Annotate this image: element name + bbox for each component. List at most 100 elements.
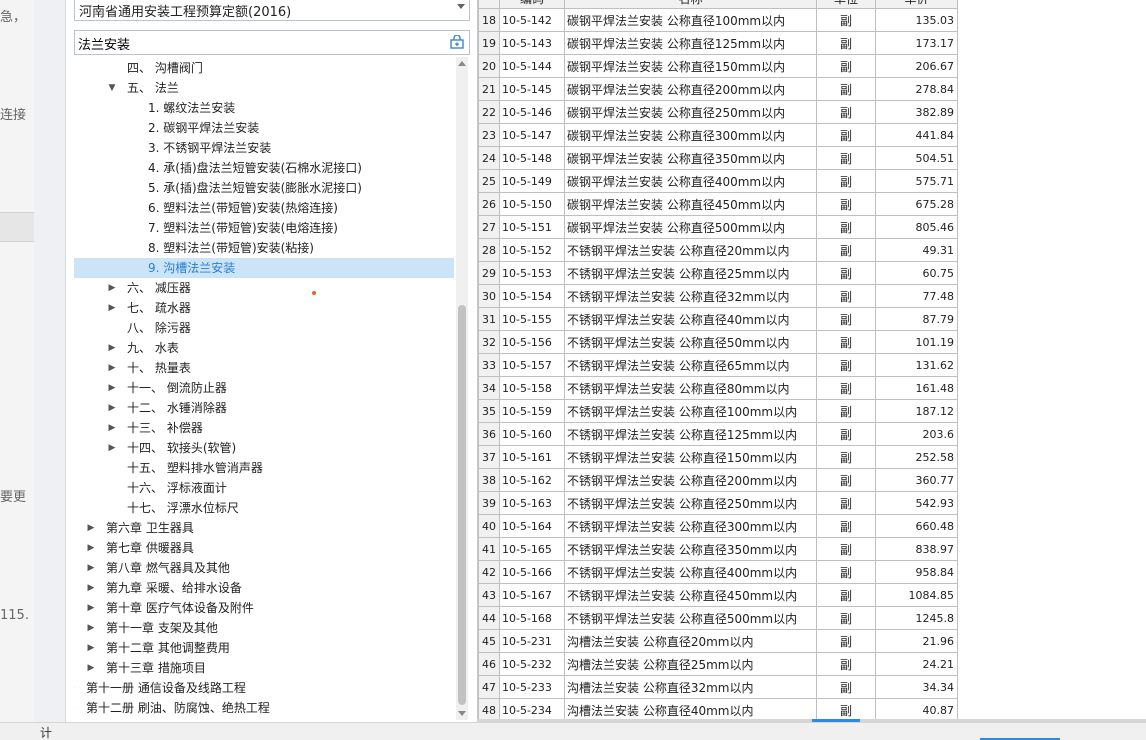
quota-name[interactable]: 不锈钢平焊法兰安装 公称直径500mm以内 (564, 606, 817, 630)
search-field[interactable] (74, 30, 470, 55)
table-row[interactable]: 43 10-5-167 不锈钢平焊法兰安装 公称直径450mm以内副 1084.85 (478, 583, 958, 607)
quota-unit[interactable]: 副 (816, 31, 876, 55)
quota-price[interactable]: 21.96 (875, 629, 958, 653)
tree-item[interactable]: 2. 碳钢平焊法兰安装 (74, 118, 454, 138)
row-number[interactable]: 19 (478, 31, 500, 55)
table-row[interactable]: 30 10-5-154 不锈钢平焊法兰安装 公称直径32mm以内副 77.48 (478, 284, 958, 308)
row-number[interactable]: 43 (478, 583, 500, 607)
table-row[interactable]: 20 10-5-144 碳钢平焊法兰安装 公称直径150mm以内副 206.67 (478, 54, 958, 78)
quota-unit[interactable]: 副 (816, 215, 876, 239)
quota-code[interactable]: 10-5-168 (499, 606, 565, 630)
row-number[interactable]: 28 (478, 238, 500, 262)
quota-price[interactable]: 87.79 (875, 307, 958, 331)
quota-price[interactable]: 382.89 (875, 100, 958, 124)
quota-price[interactable]: 161.48 (875, 376, 958, 400)
table-row[interactable]: 31 10-5-155 不锈钢平焊法兰安装 公称直径40mm以内副 87.79 (478, 307, 958, 331)
quota-name[interactable]: 碳钢平焊法兰安装 公称直径200mm以内 (564, 77, 817, 101)
quota-name[interactable]: 不锈钢平焊法兰安装 公称直径250mm以内 (564, 491, 817, 515)
tree-item[interactable]: 4. 承(插)盘法兰短管安装(石棉水泥接口) (74, 158, 454, 178)
row-number[interactable]: 35 (478, 399, 500, 423)
quota-code[interactable]: 10-5-146 (499, 100, 565, 124)
quota-name[interactable]: 不锈钢平焊法兰安装 公称直径20mm以内 (564, 238, 817, 262)
row-number[interactable]: 40 (478, 514, 500, 538)
expand-arrow-icon[interactable]: ▶ (107, 398, 117, 418)
quota-code[interactable]: 10-5-163 (499, 491, 565, 515)
expand-arrow-icon[interactable]: ▶ (107, 438, 117, 458)
table-row[interactable]: 18 10-5-142 碳钢平焊法兰安装 公称直径100mm以内副 135.03 (478, 8, 958, 32)
quota-unit[interactable]: 副 (816, 468, 876, 492)
quota-code[interactable]: 10-5-162 (499, 468, 565, 492)
tree-item[interactable]: ▶ 十、 热量表 (74, 358, 454, 378)
tree-item[interactable]: 十六、 浮标液面计 (74, 478, 454, 498)
row-number[interactable]: 46 (478, 652, 500, 676)
table-row[interactable]: 29 10-5-153 不锈钢平焊法兰安装 公称直径25mm以内副 60.75 (478, 261, 958, 285)
expand-arrow-icon[interactable]: ▶ (74, 698, 76, 717)
row-number[interactable]: 30 (478, 284, 500, 308)
quota-code[interactable]: 10-5-164 (499, 514, 565, 538)
quota-name[interactable]: 不锈钢平焊法兰安装 公称直径300mm以内 (564, 514, 817, 538)
quota-name[interactable]: 不锈钢平焊法兰安装 公称直径32mm以内 (564, 284, 817, 308)
tree-item[interactable]: ▶ 九、 水表 (74, 338, 454, 358)
expand-arrow-icon[interactable]: ▶ (107, 418, 117, 438)
expand-arrow-icon[interactable]: ▶ (107, 358, 117, 378)
quota-code[interactable]: 10-5-147 (499, 123, 565, 147)
quota-code[interactable]: 10-5-233 (499, 675, 565, 699)
quota-price[interactable]: 77.48 (875, 284, 958, 308)
tree-item[interactable]: ▶ 第八章 燃气器具及其他 (74, 558, 454, 578)
quota-unit[interactable]: 副 (816, 560, 876, 584)
table-row[interactable]: 44 10-5-168 不锈钢平焊法兰安装 公称直径500mm以内副 1245.8 (478, 606, 958, 630)
table-row[interactable]: 41 10-5-165 不锈钢平焊法兰安装 公称直径350mm以内副 838.97 (478, 537, 958, 561)
tree-item[interactable]: 十七、 浮漂水位标尺 (74, 498, 454, 518)
quota-code[interactable]: 10-5-142 (499, 8, 565, 32)
tree-item[interactable]: ▶ 第十章 医疗气体设备及附件 (74, 598, 454, 618)
table-row[interactable]: 27 10-5-151 碳钢平焊法兰安装 公称直径500mm以内副 805.46 (478, 215, 958, 239)
tree-item[interactable]: ▶ 十二、 水锤消除器 (74, 398, 454, 418)
search-input[interactable] (78, 34, 438, 52)
row-number[interactable]: 18 (478, 8, 500, 32)
quota-price[interactable]: 675.28 (875, 192, 958, 216)
quota-code[interactable]: 10-5-143 (499, 31, 565, 55)
tree-item[interactable]: ▶ 第十一章 支架及其他 (74, 618, 454, 638)
tree-item[interactable]: 八、 除污器 (74, 318, 454, 338)
quota-price[interactable]: 838.97 (875, 537, 958, 561)
table-row[interactable]: 21 10-5-145 碳钢平焊法兰安装 公称直径200mm以内副 278.84 (478, 77, 958, 101)
row-number[interactable]: 38 (478, 468, 500, 492)
quota-code[interactable]: 10-5-231 (499, 629, 565, 653)
quota-price[interactable]: 278.84 (875, 77, 958, 101)
quota-unit[interactable]: 副 (816, 445, 876, 469)
table-row[interactable]: 26 10-5-150 碳钢平焊法兰安装 公称直径450mm以内副 675.28 (478, 192, 958, 216)
tree-item[interactable]: 9. 沟槽法兰安装 (74, 258, 454, 278)
tree-item[interactable]: ▶ 第六章 卫生器具 (74, 518, 454, 538)
tree-item[interactable]: ▶ 第十一册 通信设备及线路工程 (74, 678, 454, 698)
quota-code[interactable]: 10-5-232 (499, 652, 565, 676)
quota-name[interactable]: 碳钢平焊法兰安装 公称直径250mm以内 (564, 100, 817, 124)
quota-name[interactable]: 不锈钢平焊法兰安装 公称直径200mm以内 (564, 468, 817, 492)
quota-code[interactable]: 10-5-145 (499, 77, 565, 101)
row-number[interactable]: 25 (478, 169, 500, 193)
quota-name[interactable]: 碳钢平焊法兰安装 公称直径500mm以内 (564, 215, 817, 239)
table-row[interactable]: 19 10-5-143 碳钢平焊法兰安装 公称直径125mm以内副 173.17 (478, 31, 958, 55)
quota-unit[interactable]: 副 (816, 77, 876, 101)
quota-name[interactable]: 沟槽法兰安装 公称直径20mm以内 (564, 629, 817, 653)
tree-item[interactable]: ▶ 第十二章 其他调整费用 (74, 638, 454, 658)
quota-name[interactable]: 碳钢平焊法兰安装 公称直径300mm以内 (564, 123, 817, 147)
quota-name[interactable]: 碳钢平焊法兰安装 公称直径450mm以内 (564, 192, 817, 216)
table-row[interactable]: 34 10-5-158 不锈钢平焊法兰安装 公称直径80mm以内副 161.48 (478, 376, 958, 400)
quota-code[interactable]: 10-5-154 (499, 284, 565, 308)
quota-unit[interactable]: 副 (816, 629, 876, 653)
row-number[interactable]: 31 (478, 307, 500, 331)
tree-item[interactable]: 6. 塑料法兰(带短管)安装(热熔连接) (74, 198, 454, 218)
quota-unit[interactable]: 副 (816, 376, 876, 400)
quota-unit[interactable]: 副 (816, 261, 876, 285)
quota-unit[interactable]: 副 (816, 422, 876, 446)
quota-price[interactable]: 958.84 (875, 560, 958, 584)
quota-unit[interactable]: 副 (816, 330, 876, 354)
quota-price[interactable]: 360.77 (875, 468, 958, 492)
quota-unit[interactable]: 副 (816, 100, 876, 124)
quota-price[interactable]: 206.67 (875, 54, 958, 78)
quota-price[interactable]: 1084.85 (875, 583, 958, 607)
quota-price[interactable]: 504.51 (875, 146, 958, 170)
header-unit[interactable]: 单位 (816, 0, 876, 9)
quota-name[interactable]: 碳钢平焊法兰安装 公称直径150mm以内 (564, 54, 817, 78)
quota-price[interactable]: 575.71 (875, 169, 958, 193)
